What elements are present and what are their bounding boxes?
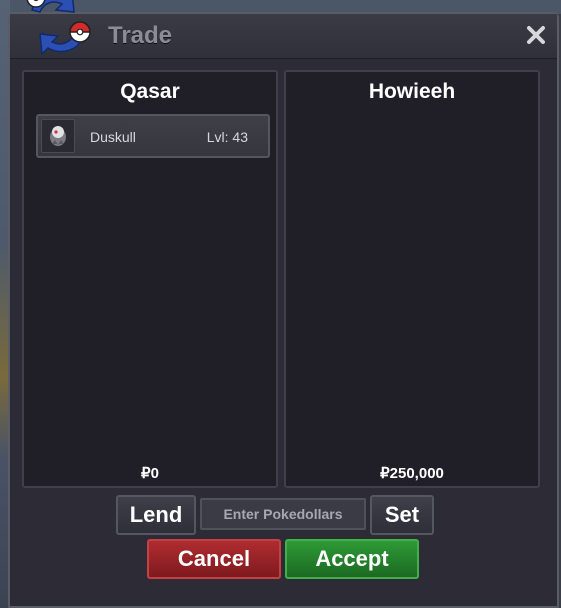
- partner-offer-panel: Howieeh ₽250,000: [284, 70, 540, 488]
- accept-button[interactable]: Accept: [285, 539, 419, 579]
- set-money-button[interactable]: Set: [370, 495, 434, 535]
- trade-pokeball-arrows-icon: [26, 0, 91, 56]
- partner-player-name: Howieeh: [368, 80, 456, 103]
- pokedollars-input[interactable]: [200, 498, 366, 530]
- window-title: Trade: [108, 22, 173, 49]
- my-money-amount: ₽0: [141, 465, 159, 482]
- cancel-button[interactable]: Cancel: [147, 539, 281, 579]
- item-name: Duskull: [90, 129, 136, 145]
- close-icon[interactable]: [525, 24, 547, 46]
- trade-window: Trade Qasar Duskull Lvl: 43 ₽0 Howieeh ₽…: [8, 12, 559, 608]
- my-player-name: Qasar: [120, 80, 180, 103]
- trade-item-slot[interactable]: Duskull Lvl: 43: [36, 114, 270, 158]
- lend-button[interactable]: Lend: [116, 495, 196, 535]
- my-offer-panel: Qasar Duskull Lvl: 43 ₽0: [22, 70, 278, 488]
- item-level: Lvl: 43: [206, 129, 248, 145]
- partner-money-amount: ₽250,000: [380, 465, 444, 482]
- duskull-sprite-icon: [41, 119, 75, 153]
